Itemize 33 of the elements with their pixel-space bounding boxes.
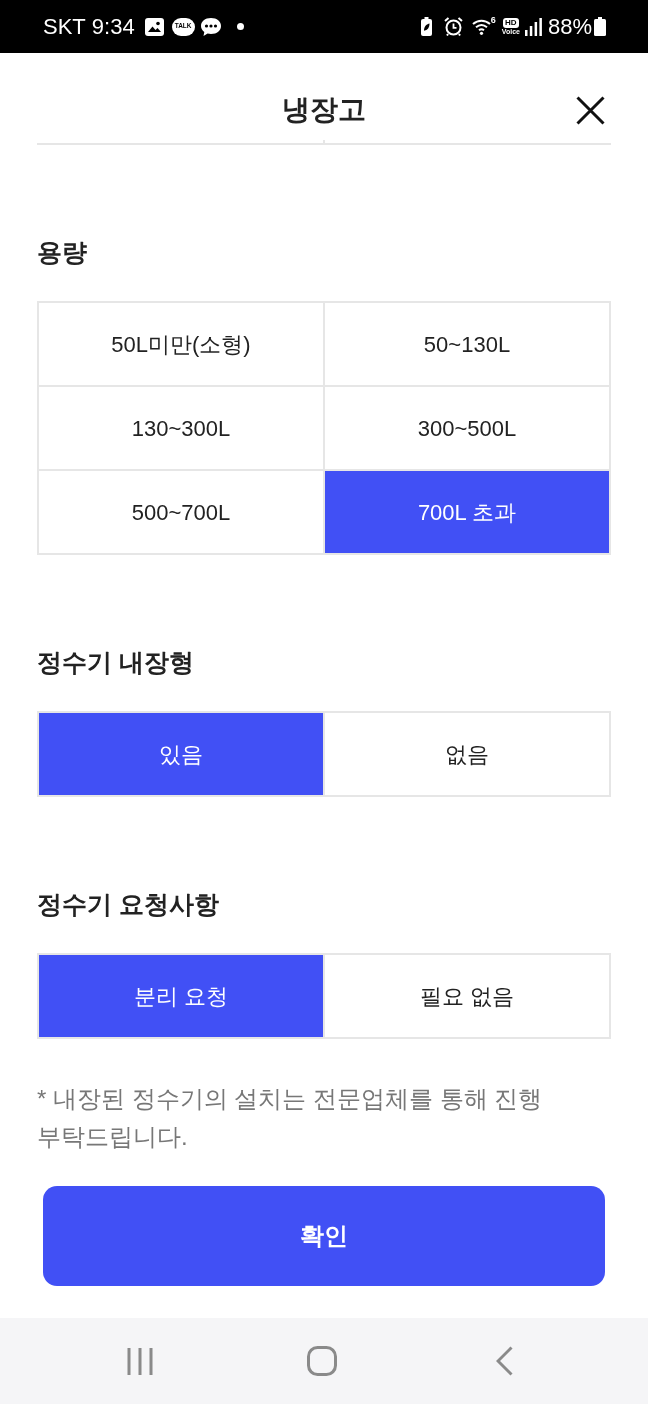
page-title: 냉장고 (282, 93, 366, 127)
option-button[interactable]: 50L미만(소형) (39, 303, 323, 385)
section-title: 정수기 내장형 (37, 647, 195, 678)
alarm-icon (443, 17, 463, 36)
section-title: 정수기 요청사항 (37, 889, 220, 920)
section-title: 용량 (37, 237, 88, 268)
image-icon (144, 17, 164, 36)
battery-icon (594, 17, 606, 36)
carrier-label: SKT (43, 15, 86, 38)
installation-note: * 내장된 정수기의 설치는 전문업체를 통해 진행 부탁드립니다. (37, 1084, 544, 1152)
option-button[interactable]: 없음 (325, 713, 609, 795)
option-button[interactable]: 130~300L (39, 387, 323, 469)
wifi-icon (471, 18, 491, 35)
option-button[interactable]: 700L 초과 (325, 471, 609, 553)
recent-apps-icon (127, 1346, 154, 1376)
option-button[interactable]: 분리 요청 (39, 955, 323, 1037)
back-icon (496, 1346, 514, 1376)
option-button[interactable]: 500~700L (39, 471, 323, 553)
signal-icon (524, 17, 542, 36)
confirm-button[interactable]: 확인 (43, 1186, 605, 1286)
option-button[interactable]: 있음 (39, 713, 323, 795)
chat-bubble-icon (199, 16, 222, 37)
battery-percent: 88% (547, 15, 592, 38)
option-button[interactable]: 필요 없음 (325, 955, 609, 1037)
wifi-generation-label: 6 (490, 16, 496, 25)
clock-time: 9:34 (91, 15, 135, 38)
close-icon (575, 95, 605, 125)
option-button[interactable]: 50~130L (325, 303, 609, 385)
hd-badge: HD (503, 17, 519, 28)
battery-saver-icon (420, 17, 432, 36)
notification-dot-icon (236, 23, 244, 30)
home-icon (307, 1346, 338, 1376)
option-button[interactable]: 300~500L (325, 387, 609, 469)
